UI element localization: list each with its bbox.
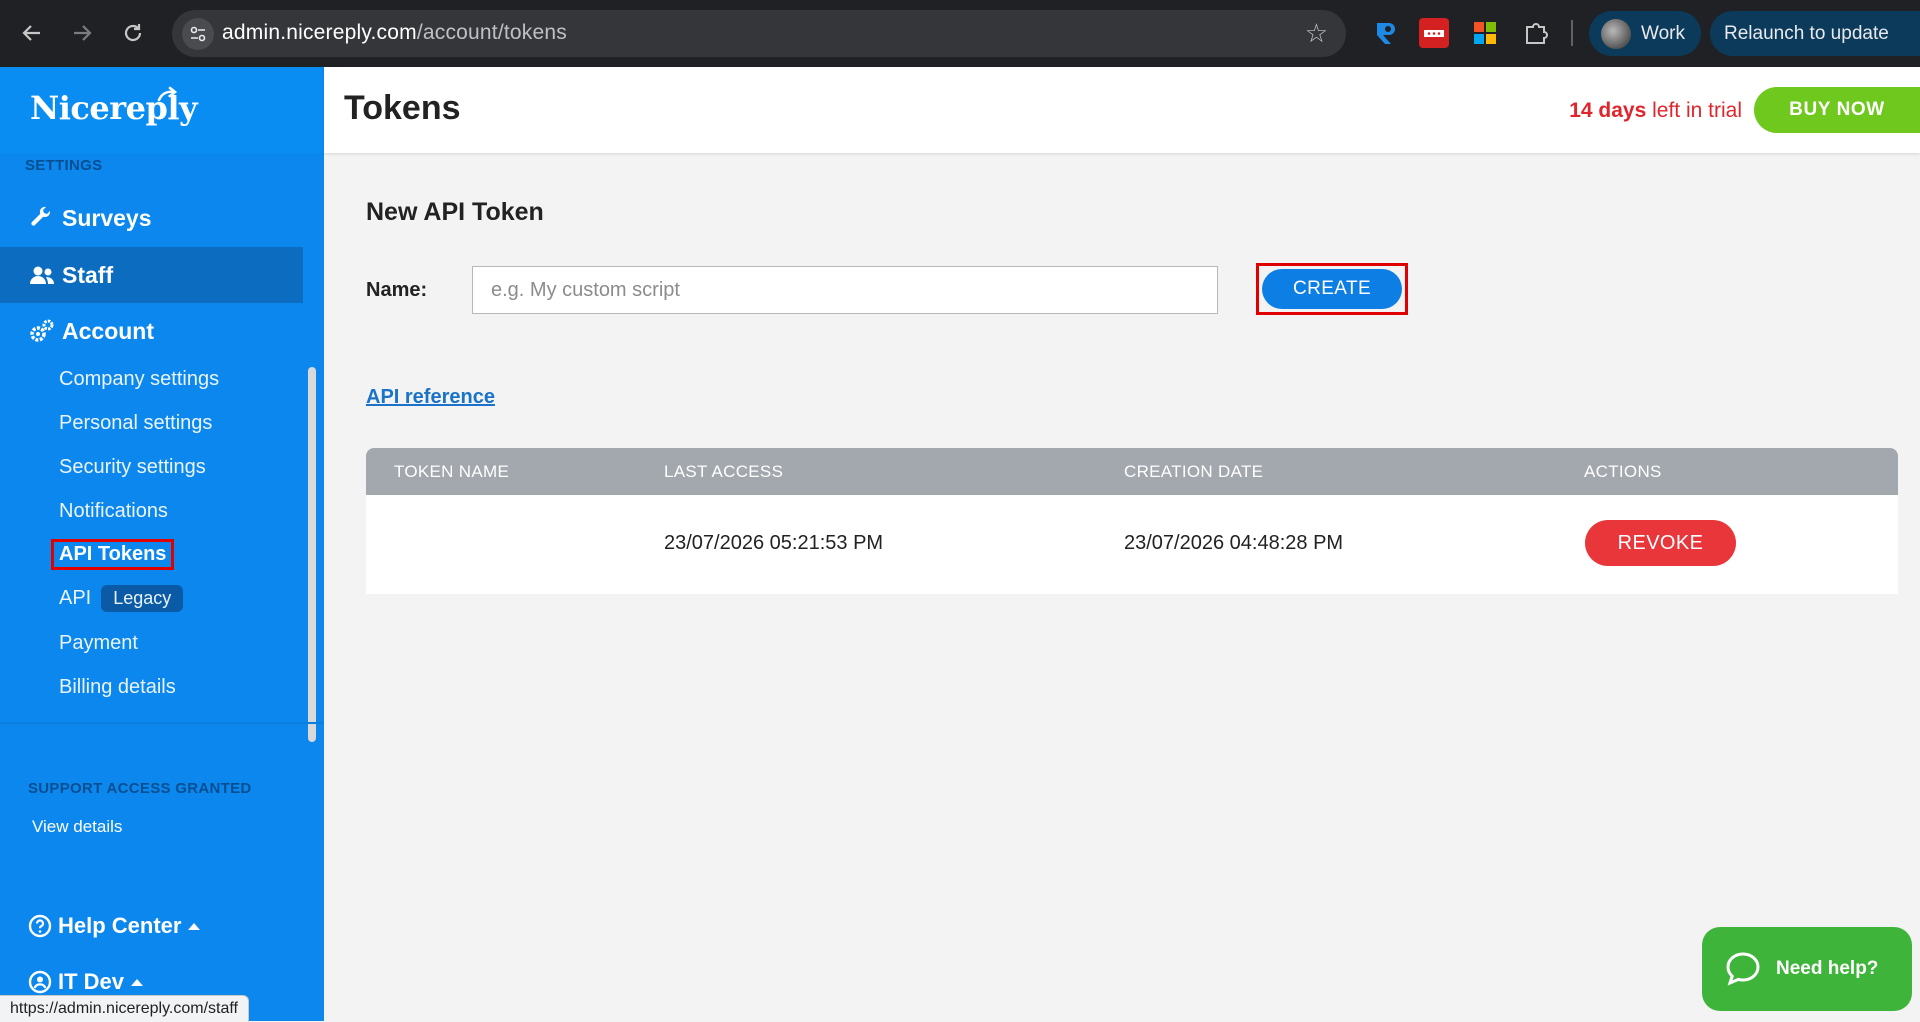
- users-icon: [28, 261, 56, 289]
- help-center-label: Help Center: [58, 913, 182, 938]
- revoke-button[interactable]: REVOKE: [1585, 520, 1736, 566]
- sidebar: Nicereply SETTINGS Surveys Staff Account…: [0, 67, 324, 1021]
- forward-icon[interactable]: [66, 17, 98, 49]
- sidebar-item-security-settings[interactable]: Security settings: [59, 456, 206, 479]
- name-label: Name:: [366, 279, 428, 301]
- view-details-link[interactable]: View details: [32, 817, 122, 837]
- column-header-creation-date: CREATION DATE: [1124, 462, 1264, 481]
- relaunch-label: Relaunch to update: [1724, 22, 1889, 44]
- table-header: TOKEN NAME LAST ACCESS CREATION DATE ACT…: [366, 448, 1898, 495]
- api-reference-link[interactable]: API reference: [366, 386, 495, 409]
- token-name-input[interactable]: [472, 266, 1218, 314]
- sidebar-item-label: API: [59, 587, 92, 609]
- sidebar-item-personal-settings[interactable]: Personal settings: [59, 412, 212, 435]
- need-help-button[interactable]: Need help?: [1702, 927, 1912, 1011]
- help-center-menu[interactable]: Help Center: [28, 913, 201, 939]
- page-header: Tokens 14 days left in trial BUY NOW: [324, 67, 1920, 153]
- relaunch-button[interactable]: Relaunch to update: [1710, 11, 1920, 56]
- page-title: Tokens: [344, 89, 461, 127]
- sidebar-divider: [0, 722, 324, 724]
- trial-days: 14 days: [1569, 99, 1647, 122]
- create-button[interactable]: CREATE: [1262, 269, 1402, 309]
- cell-creation-date: 23/07/2026 04:48:28 PM: [1124, 532, 1344, 554]
- extension-r-icon[interactable]: [1371, 18, 1401, 48]
- sidebar-item-account[interactable]: Account: [0, 303, 303, 359]
- cell-last-access: 23/07/2026 05:21:53 PM: [664, 532, 884, 554]
- extension-microsoft-icon[interactable]: [1470, 18, 1500, 48]
- back-icon[interactable]: [16, 17, 48, 49]
- tokens-table: TOKEN NAME LAST ACCESS CREATION DATE ACT…: [366, 448, 1898, 594]
- need-help-label: Need help?: [1776, 958, 1879, 979]
- sidebar-item-staff[interactable]: Staff: [0, 247, 303, 303]
- trial-rest: left in trial: [1646, 99, 1742, 122]
- sidebar-scrollbar[interactable]: [308, 367, 316, 742]
- address-bar[interactable]: admin.nicereply.com/account/tokens ☆: [172, 10, 1346, 57]
- sidebar-item-payment[interactable]: Payment: [59, 632, 138, 655]
- url-text: admin.nicereply.com/account/tokens: [222, 21, 567, 45]
- sidebar-item-company-settings[interactable]: Company settings: [59, 368, 219, 391]
- profile-label: Work: [1641, 22, 1685, 44]
- sidebar-item-label: Staff: [62, 261, 114, 288]
- buy-now-button[interactable]: BUY NOW: [1754, 87, 1920, 133]
- wrench-icon: [28, 204, 56, 232]
- question-circle-icon: [28, 914, 52, 938]
- sidebar-item-notifications[interactable]: Notifications: [59, 500, 168, 523]
- user-menu[interactable]: IT Dev: [28, 969, 144, 995]
- url-path: /account/tokens: [416, 21, 567, 44]
- browser-toolbar: admin.nicereply.com/account/tokens ☆ Wor…: [0, 0, 1920, 67]
- support-access-label: SUPPORT ACCESS GRANTED: [28, 780, 252, 797]
- profile-button[interactable]: Work: [1589, 11, 1701, 56]
- extensions-puzzle-icon[interactable]: [1521, 18, 1551, 48]
- sidebar-item-api-tokens[interactable]: API Tokens: [50, 539, 175, 570]
- site-info-icon[interactable]: [182, 18, 214, 50]
- trial-notice: 14 days left in trial: [1569, 99, 1742, 123]
- sidebar-item-label: Account: [62, 317, 154, 344]
- user-name: IT Dev: [58, 969, 125, 994]
- toolbar-divider: [1571, 20, 1573, 46]
- settings-section-label: SETTINGS: [25, 157, 103, 174]
- url-host: admin.nicereply.com: [222, 21, 417, 44]
- logo-area: Nicereply: [0, 67, 324, 153]
- section-title: New API Token: [366, 198, 544, 226]
- column-header-actions: ACTIONS: [1584, 462, 1662, 481]
- logo-arrow-icon: [157, 86, 178, 102]
- caret-up-icon: [131, 978, 144, 986]
- reload-icon[interactable]: [117, 17, 149, 49]
- extension-password-icon[interactable]: [1419, 18, 1449, 48]
- avatar: [1601, 18, 1631, 49]
- column-header-token-name: TOKEN NAME: [394, 462, 510, 481]
- gears-icon: [28, 317, 56, 345]
- bookmark-star-icon[interactable]: ☆: [1305, 18, 1328, 49]
- create-highlight-box: CREATE: [1256, 263, 1408, 315]
- chat-bubble-icon: [1726, 952, 1760, 986]
- caret-up-icon: [188, 922, 201, 930]
- legacy-badge: Legacy: [101, 585, 184, 612]
- sidebar-item-surveys[interactable]: Surveys: [0, 190, 303, 246]
- link-status-bar: https://admin.nicereply.com/staff: [0, 995, 249, 1022]
- sidebar-item-label: Surveys: [62, 204, 152, 231]
- sidebar-item-billing-details[interactable]: Billing details: [59, 676, 176, 699]
- column-header-last-access: LAST ACCESS: [664, 462, 784, 481]
- sidebar-item-api-legacy[interactable]: API Legacy: [59, 585, 184, 612]
- user-circle-icon: [28, 970, 52, 994]
